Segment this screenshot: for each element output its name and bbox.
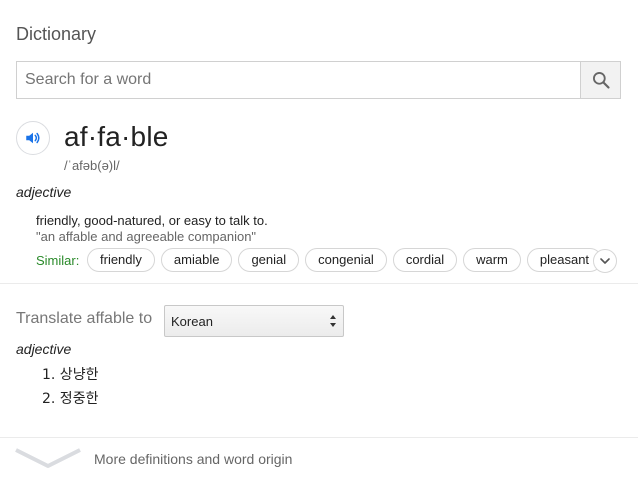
more-definitions-label: More definitions and word origin: [94, 451, 293, 467]
example-sentence: "an affable and agreeable companion": [36, 229, 257, 244]
part-of-speech: adjective: [16, 184, 72, 200]
dictionary-card: Dictionary af·fa·ble /ˈafəb(ə)l/ adjecti…: [0, 0, 638, 478]
similar-label: Similar:: [36, 253, 80, 268]
similar-chip-warm[interactable]: warm: [463, 248, 521, 272]
language-select[interactable]: Korean: [164, 305, 344, 337]
select-arrows-icon: [330, 315, 336, 327]
language-select-value: Korean: [171, 314, 213, 329]
translation-item: 2. 정중한: [42, 391, 99, 407]
similar-chip-friendly[interactable]: friendly: [87, 248, 155, 272]
more-definitions-link[interactable]: More definitions and word origin: [0, 440, 638, 478]
search-button[interactable]: [580, 62, 620, 98]
search-input[interactable]: [17, 62, 581, 98]
pronunciation-button[interactable]: [16, 121, 50, 155]
chevron-down-icon: [600, 258, 610, 264]
search-box: [16, 61, 621, 99]
translation-item: 1. 상냥한: [42, 367, 99, 383]
section-divider: [0, 283, 638, 284]
similar-chip-pleasant[interactable]: pleasant: [526, 248, 603, 272]
similar-chip-genial[interactable]: genial: [238, 248, 300, 272]
similar-words: friendly amiable genial congenial cordia…: [87, 248, 603, 272]
translate-label: Translate affable to: [16, 310, 153, 327]
phonetic-spelling: /ˈafəb(ə)l/: [64, 158, 120, 173]
similar-chip-amiable[interactable]: amiable: [160, 248, 233, 272]
card-title: Dictionary: [16, 24, 97, 44]
headword: af·fa·ble: [64, 121, 169, 152]
speaker-icon: [26, 132, 40, 144]
translation-list: 1. 상냥한 2. 정중한: [42, 366, 98, 414]
similar-chip-cordial[interactable]: cordial: [392, 248, 458, 272]
expand-similar-button[interactable]: [593, 249, 617, 273]
translation-part-of-speech: adjective: [16, 341, 72, 357]
search-icon: [592, 72, 610, 89]
similar-chip-congenial[interactable]: congenial: [305, 248, 387, 272]
footer-divider: [0, 437, 638, 438]
definition: friendly, good-natured, or easy to talk …: [36, 213, 268, 228]
chevron-down-icon: [15, 448, 81, 468]
